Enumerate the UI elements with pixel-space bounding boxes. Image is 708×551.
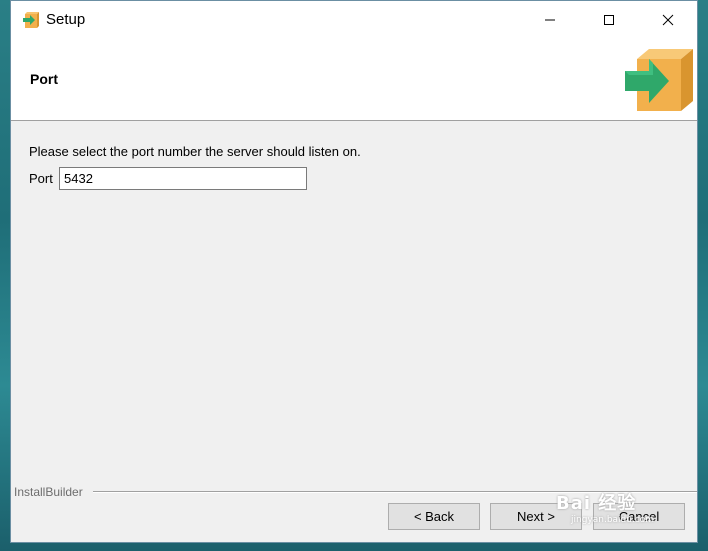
close-button[interactable]: [639, 1, 697, 39]
maximize-icon: [603, 14, 615, 26]
setup-window: Setup Port Please select the port number…: [10, 0, 698, 543]
port-label: Port: [29, 171, 53, 186]
installer-box-arrow-icon: [21, 10, 41, 30]
window-title: Setup: [46, 11, 86, 28]
back-button[interactable]: < Back: [388, 503, 480, 530]
watermark-text: Bai 经验: [556, 493, 637, 514]
installbuilder-label: InstallBuilder: [14, 485, 83, 499]
close-icon: [662, 14, 674, 26]
minimize-button[interactable]: [521, 1, 579, 39]
minimize-icon: [544, 14, 556, 26]
instruction-text: Please select the port number the server…: [29, 144, 361, 159]
title-bar[interactable]: Setup: [11, 1, 697, 39]
watermark-url: jingyan.baidu.com: [571, 515, 655, 525]
port-input[interactable]: [59, 167, 307, 190]
maximize-button[interactable]: [580, 1, 638, 39]
page-title: Port: [30, 71, 58, 87]
page-header: Port: [11, 39, 697, 121]
installer-box-arrow-icon: [623, 45, 695, 113]
